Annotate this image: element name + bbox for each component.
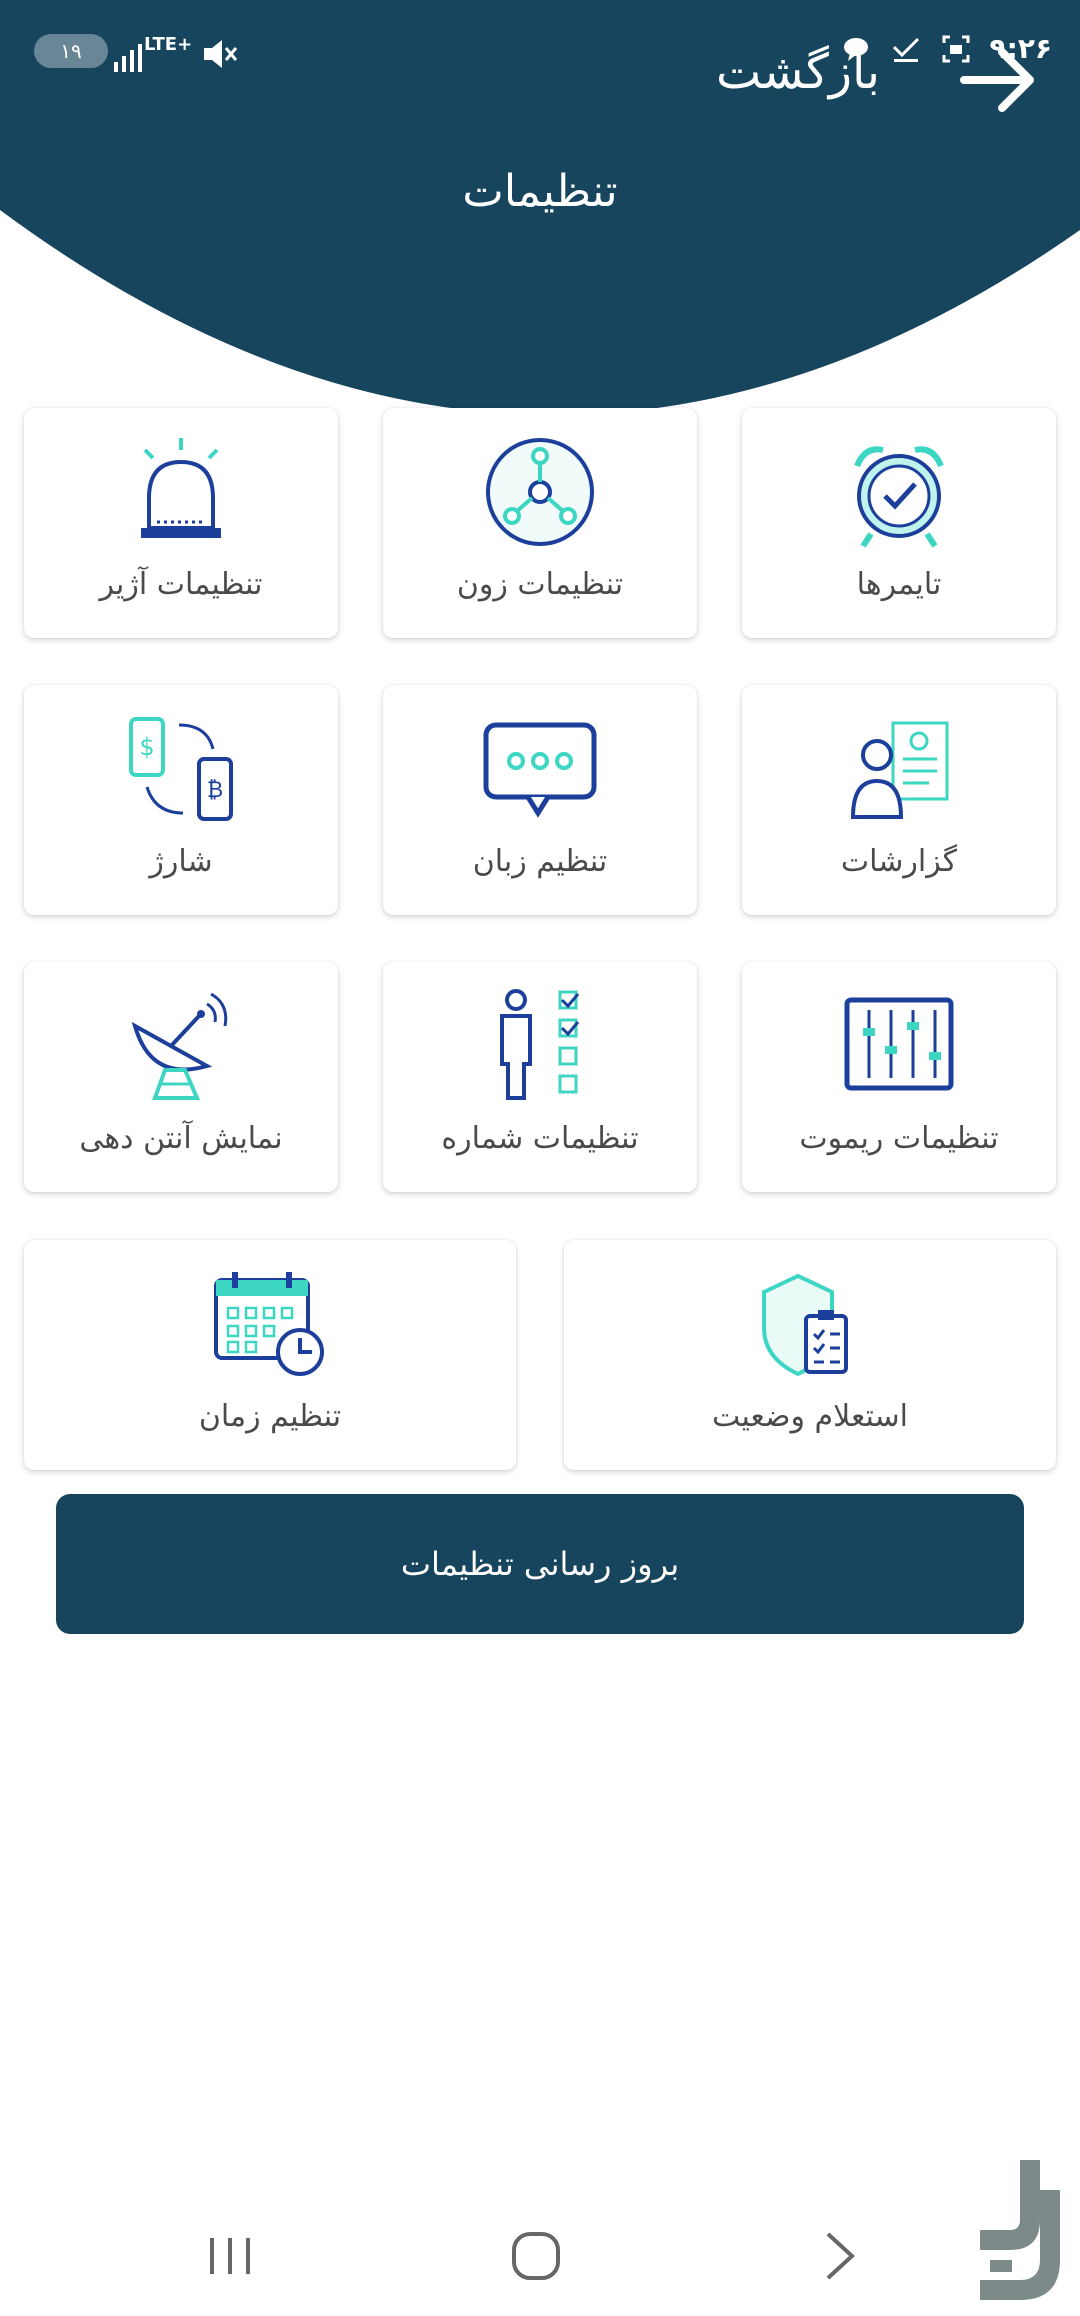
report-icon [850, 721, 949, 819]
charge-card[interactable]: $ ₿ شارژ [24, 685, 338, 915]
check-notification-icon [892, 37, 919, 62]
battery-level: ۱۹ [60, 39, 82, 63]
remote-sliders-icon [844, 997, 954, 1091]
person-checklist-icon [500, 989, 580, 1100]
language-settings-card[interactable]: تنظیم زبان [383, 685, 697, 915]
number-settings-card[interactable]: تنظیمات شماره [383, 962, 697, 1192]
time-settings-label: تنظیم زمان [198, 1399, 342, 1434]
back-arrow-icon[interactable] [956, 38, 1040, 122]
charge-label: شارژ [149, 844, 213, 879]
status-inquiry-label: استعلام وضعیت [712, 1399, 908, 1434]
siren-settings-card[interactable]: تنظیمات آژیر [24, 408, 338, 638]
chat-bubble-icon [483, 722, 597, 818]
language-settings-label: تنظیم زبان [472, 844, 608, 879]
zone-network-icon [486, 438, 594, 546]
satellite-dish-icon [131, 992, 228, 1100]
siren-settings-label: تنظیمات آژیر [99, 567, 263, 602]
network-type: LTE+ [144, 34, 193, 55]
reports-label: گزارشات [840, 844, 958, 879]
remote-settings-card[interactable]: تنظیمات ریموت [742, 962, 1056, 1192]
update-settings-button[interactable]: بروز رسانی تنظیمات [56, 1494, 1024, 1634]
timers-label: تایمرها [856, 567, 942, 602]
alarm-clock-icon [854, 446, 944, 548]
watermark-logo-icon [980, 2160, 1060, 2300]
remote-settings-label: تنظیمات ریموت [799, 1121, 999, 1156]
signal-icon [114, 44, 142, 72]
reports-card[interactable]: گزارشات [742, 685, 1056, 915]
zone-settings-card[interactable]: تنظیمات زون [383, 408, 697, 638]
battery-indicator: ۱۹ [34, 34, 108, 68]
status-bar: ۱۹ LTE+ ۹:۲۶ [0, 28, 1080, 78]
signal-display-label: نمایش آنتن دهی [79, 1121, 283, 1156]
system-nav-bar [0, 2190, 1080, 2316]
number-settings-label: تنظیمات شماره [441, 1121, 639, 1156]
timers-card[interactable]: تایمرها [742, 408, 1056, 638]
back-nav-icon[interactable] [808, 2226, 868, 2286]
calendar-clock-icon [214, 1272, 324, 1376]
svg-text:$: $ [139, 733, 154, 761]
siren-icon [141, 438, 221, 538]
svg-text:₿: ₿ [207, 778, 223, 803]
shield-clipboard-icon [762, 1273, 848, 1377]
time-settings-card[interactable]: تنظیم زمان [24, 1240, 516, 1470]
home-icon[interactable] [506, 2226, 566, 2286]
status-inquiry-card[interactable]: استعلام وضعیت [564, 1240, 1056, 1470]
zone-settings-label: تنظیمات زون [456, 567, 624, 602]
signal-display-card[interactable]: نمایش آنتن دهی [24, 962, 338, 1192]
page-title: تنظیمات [462, 166, 618, 217]
mute-icon [204, 40, 238, 68]
back-label[interactable]: بازگشت [716, 44, 880, 100]
recent-apps-icon[interactable] [200, 2226, 260, 2286]
charge-exchange-icon: $ ₿ [129, 717, 233, 821]
